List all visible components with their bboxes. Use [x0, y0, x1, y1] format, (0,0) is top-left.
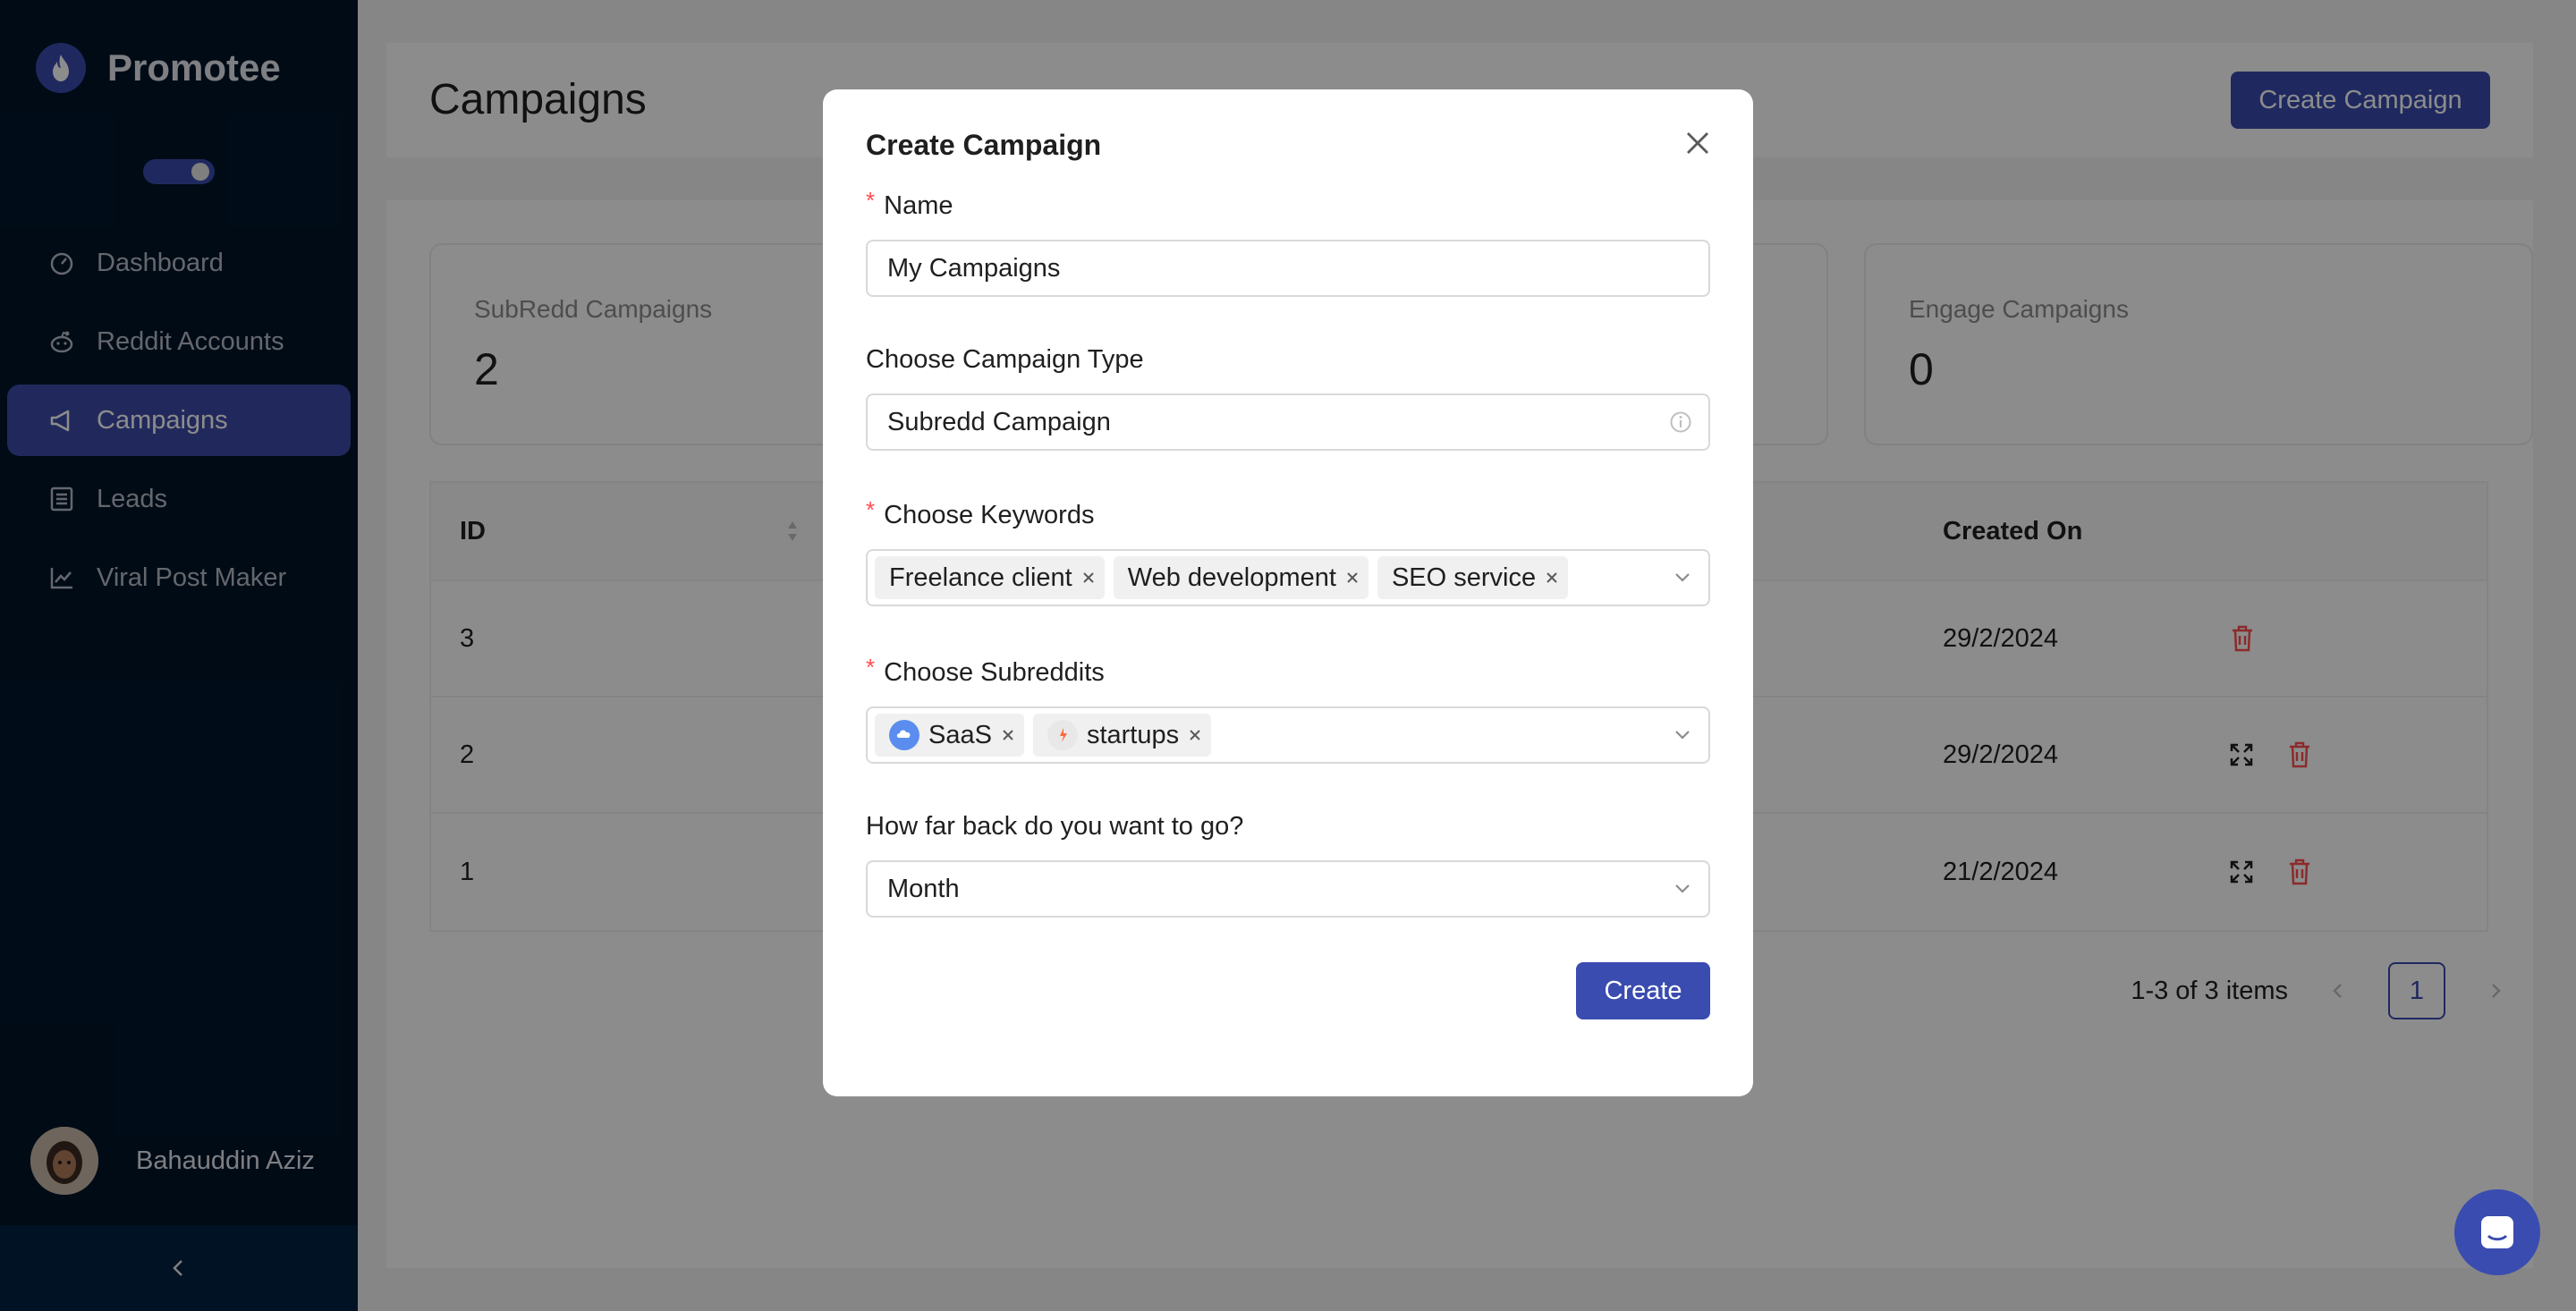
time-range-value: Month — [887, 874, 960, 903]
name-label: * Name — [866, 187, 953, 220]
chevron-down-icon — [1673, 879, 1692, 899]
time-range-label: How far back do you want to go? — [866, 812, 1244, 841]
subreddit-startups-icon — [1046, 720, 1078, 750]
remove-tag-icon[interactable] — [1345, 571, 1360, 585]
campaign-type-label: Choose Campaign Type — [866, 345, 1144, 374]
keyword-tag: SEO service — [1377, 556, 1569, 599]
remove-tag-icon[interactable] — [1545, 571, 1559, 585]
keywords-label: * Choose Keywords — [866, 496, 1095, 529]
close-icon[interactable] — [1678, 123, 1717, 163]
chat-support-button[interactable] — [2454, 1189, 2540, 1275]
name-input[interactable]: My Campaigns — [866, 240, 1710, 297]
time-range-select[interactable]: Month — [866, 860, 1710, 918]
campaign-type-select[interactable]: Subredd Campaign — [866, 393, 1710, 451]
modal-title: Create Campaign — [866, 129, 1102, 161]
name-value: My Campaigns — [887, 253, 1061, 283]
subreddit-saas-icon — [889, 720, 919, 750]
subreddits-label: * Choose Subreddits — [866, 654, 1105, 687]
chevron-down-icon — [1673, 568, 1692, 588]
campaign-type-value: Subredd Campaign — [887, 407, 1111, 436]
chat-icon — [2481, 1216, 2513, 1248]
create-button[interactable]: Create — [1576, 962, 1710, 1019]
keywords-select[interactable]: Freelance client Web development SEO ser… — [866, 549, 1710, 606]
create-campaign-modal: Create Campaign * Name My Campaigns Choos… — [823, 89, 1753, 1096]
remove-tag-icon[interactable] — [1001, 728, 1015, 742]
subreddit-tag: startups — [1032, 714, 1212, 757]
keyword-tag: Web development — [1113, 556, 1368, 599]
keyword-tag: Freelance client — [875, 556, 1105, 599]
info-icon — [1669, 410, 1692, 434]
chevron-down-icon — [1673, 725, 1692, 745]
subreddit-tag: SaaS — [875, 714, 1024, 757]
remove-tag-icon[interactable] — [1081, 571, 1096, 585]
remove-tag-icon[interactable] — [1188, 728, 1202, 742]
subreddits-select[interactable]: SaaS startups — [866, 706, 1710, 764]
